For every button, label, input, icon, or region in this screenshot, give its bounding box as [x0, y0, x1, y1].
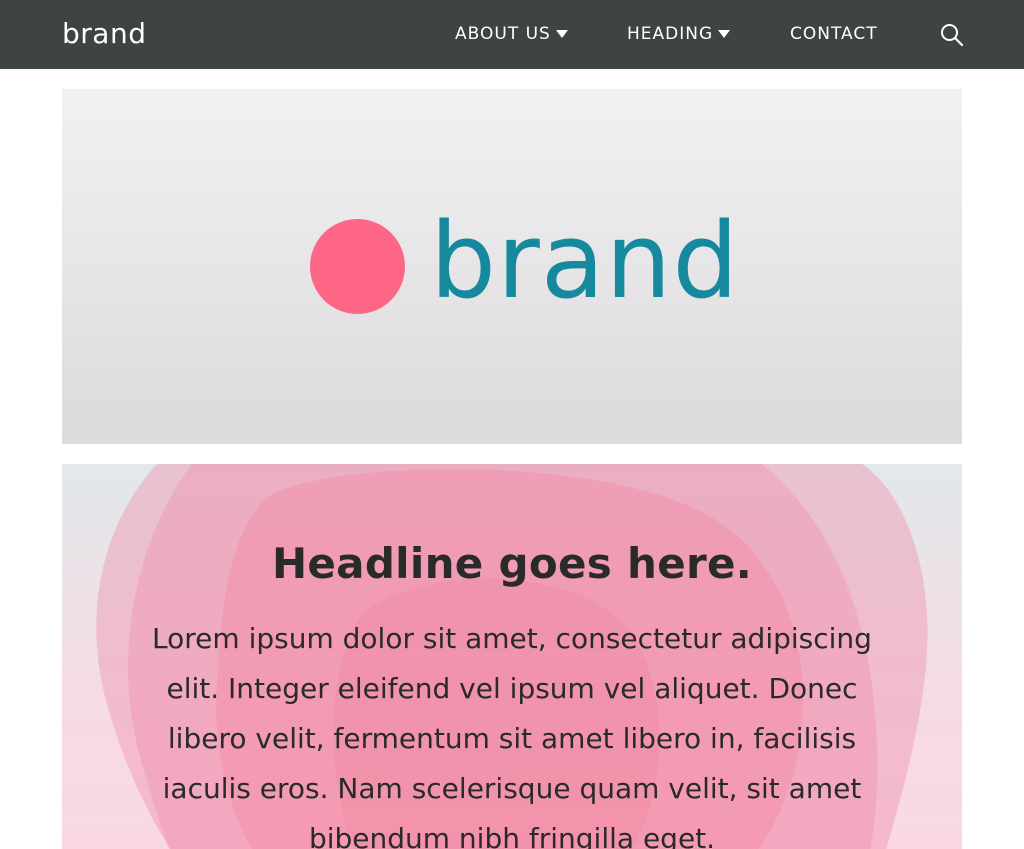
- top-navbar: brand ABOUT US HEADING CONTACT: [0, 0, 1024, 69]
- hero-brand-wordmark: brand: [430, 200, 740, 322]
- content-headline: Headline goes here.: [271, 539, 753, 588]
- nav-item-label: ABOUT US: [455, 24, 551, 44]
- search-button[interactable]: [939, 22, 965, 48]
- nav-item-label: CONTACT: [790, 24, 878, 44]
- nav-item-heading[interactable]: HEADING: [627, 22, 731, 46]
- nav-item-contact[interactable]: CONTACT: [790, 22, 878, 46]
- brand-logo-dot: [310, 219, 405, 314]
- content-panel: Headline goes here. Lorem ipsum dolor si…: [62, 464, 962, 849]
- hero-banner: brand: [62, 89, 962, 444]
- content-body-text: Lorem ipsum dolor sit amet, consectetur …: [152, 622, 872, 849]
- caret-down-icon: [718, 30, 731, 38]
- search-icon: [941, 24, 964, 47]
- nav-item-about-us[interactable]: ABOUT US: [455, 22, 568, 46]
- nav-brand-logo[interactable]: brand: [62, 15, 146, 53]
- caret-down-icon: [555, 30, 568, 38]
- nav-item-label: HEADING: [627, 24, 714, 44]
